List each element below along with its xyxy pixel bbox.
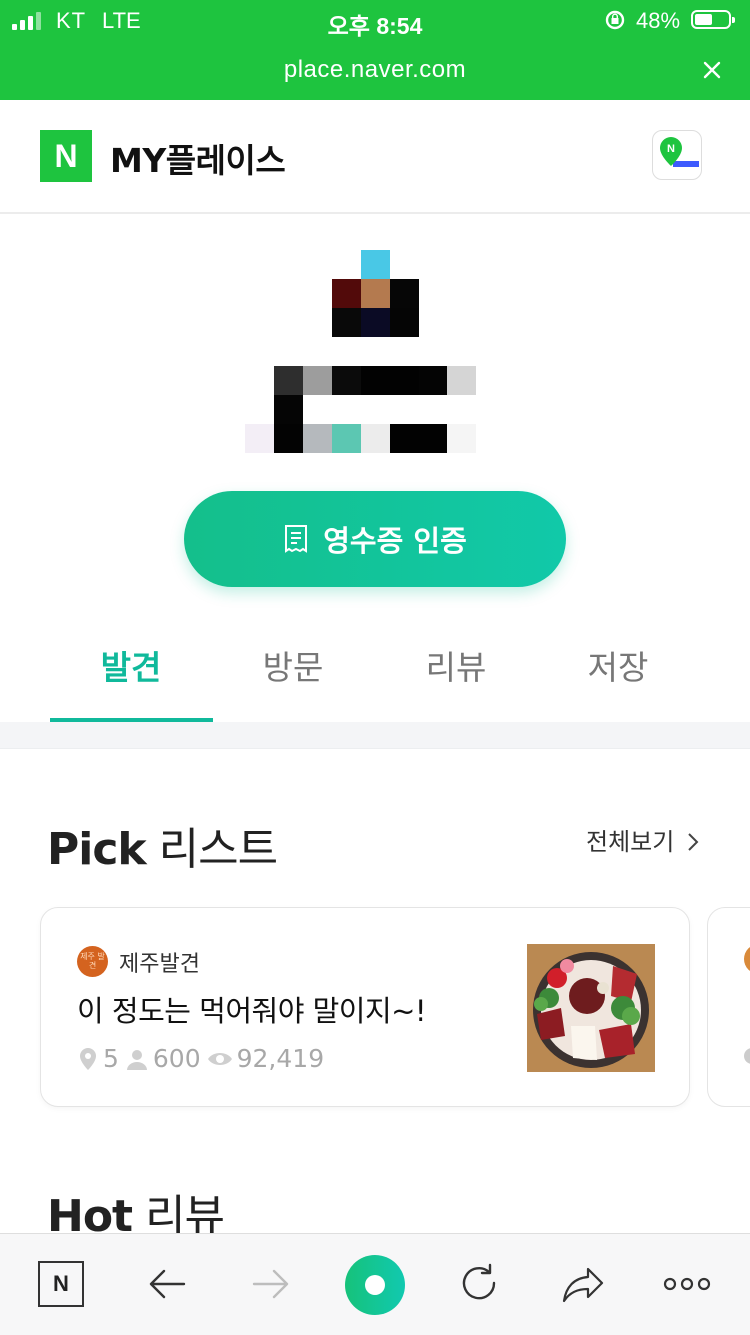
pick-title-rest: 리스트: [145, 824, 278, 875]
receipt-verify-button[interactable]: 영수증 인증: [184, 491, 566, 587]
card-stats: 5 600 92,419: [77, 1044, 330, 1073]
pick-list-card-next[interactable]: [707, 907, 750, 1107]
svg-text:N: N: [667, 143, 675, 155]
more-icon[interactable]: [662, 1259, 712, 1309]
next-card-stat-icon: [744, 1048, 750, 1064]
browser-toolbar: N: [0, 1233, 750, 1335]
section-divider: [0, 722, 750, 749]
receipt-icon: [285, 525, 308, 553]
places-count: 5: [103, 1044, 119, 1073]
avatar[interactable]: [332, 250, 419, 337]
card-thumbnail: [527, 944, 655, 1072]
location-icon: [80, 1047, 96, 1070]
app-header: N MY플레이스 N: [0, 100, 750, 214]
map-pin-icon: N: [660, 137, 699, 167]
views-count: 92,419: [236, 1044, 325, 1073]
tab-discover[interactable]: 발견: [50, 624, 212, 722]
see-all-label: 전체보기: [586, 828, 675, 856]
receipt-button-label: 영수증 인증: [323, 524, 467, 558]
nickname-mosaic: [245, 366, 477, 454]
next-card-badge: [744, 944, 750, 974]
battery-percent: 48%: [636, 8, 681, 33]
battery-icon: [691, 10, 735, 29]
naver-home-button[interactable]: N: [38, 1261, 84, 1307]
see-all-link[interactable]: 전체보기: [586, 822, 700, 857]
tab-visit[interactable]: 방문: [212, 624, 374, 722]
url-display[interactable]: place.naver.com: [0, 56, 750, 84]
close-icon[interactable]: [700, 58, 724, 82]
share-icon[interactable]: [558, 1259, 608, 1309]
person-icon: [126, 1049, 147, 1070]
map-button[interactable]: N: [652, 130, 702, 180]
refresh-icon[interactable]: [454, 1259, 504, 1309]
back-arrow-icon[interactable]: [142, 1259, 192, 1309]
pick-title-bold: Pick: [47, 824, 147, 875]
naver-logo[interactable]: N: [40, 130, 92, 182]
tab-review[interactable]: 리뷰: [375, 624, 537, 722]
page-title: MY플레이스: [110, 141, 286, 180]
tab-saved[interactable]: 저장: [537, 624, 699, 722]
green-dot-button[interactable]: [344, 1254, 406, 1316]
card-title: 이 정도는 먹어줘야 말이지~!: [77, 994, 427, 1028]
browser-top-bar: KT LTE 오후 8:54 48% place.naver.com: [0, 0, 750, 100]
profile-section: 영수증 인증 발견 방문 리뷰 저장: [0, 214, 750, 722]
followers-count: 600: [152, 1044, 201, 1073]
tab-bar: 발견 방문 리뷰 저장: [0, 624, 750, 722]
pick-list-title: Pick 리스트: [47, 813, 278, 877]
chevron-right-icon: [688, 833, 699, 851]
lock-rotation-icon: [605, 10, 625, 30]
author-badge: 제주 발견: [77, 946, 108, 977]
forward-arrow-icon[interactable]: [246, 1259, 296, 1309]
eye-icon: [207, 1052, 232, 1065]
author-name: 제주발견: [119, 952, 200, 977]
pick-list-card[interactable]: 제주 발견 제주발견 이 정도는 먹어줘야 말이지~! 5 600 92,419: [40, 907, 690, 1107]
status-bar: KT LTE 오후 8:54 48%: [0, 0, 750, 42]
